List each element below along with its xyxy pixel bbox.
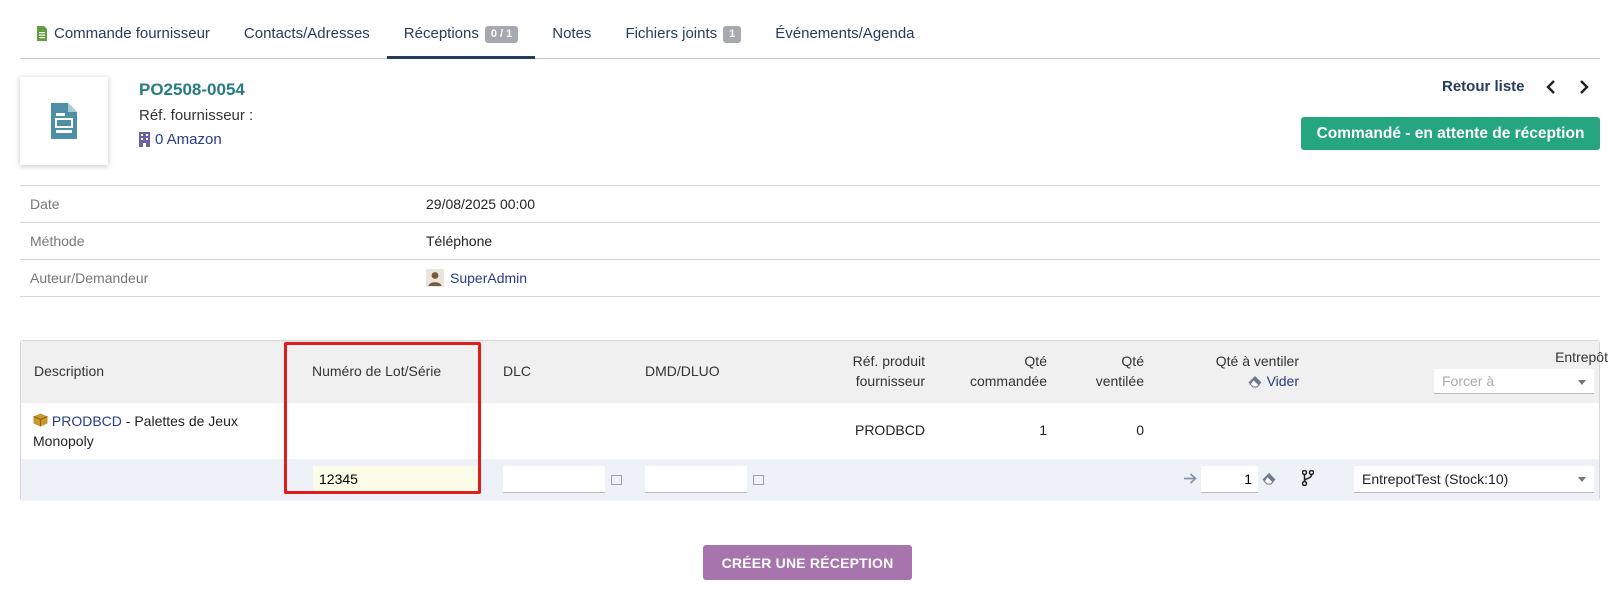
product-label: - Palettes de Jeux [121, 413, 238, 429]
author-name: SuperAdmin [450, 270, 528, 286]
order-ref[interactable]: PO2508-0054 [139, 80, 245, 100]
purchase-order-icon [51, 103, 77, 139]
tab-commande-fournisseur[interactable]: Commande fournisseur [20, 18, 227, 58]
col-qty-to-dispatch: Qté à ventiler Vider [1161, 353, 1299, 389]
thirdparty-name: 0 Amazon [155, 131, 222, 148]
supplier-ref-label: Réf. fournisseur : [139, 107, 254, 124]
col-qty-ordered-line1: Qté [1024, 353, 1047, 369]
qty-to-dispatch-input[interactable] [1201, 466, 1258, 493]
tab-bar: Commande fournisseur Contacts/Adresses R… [20, 18, 1600, 59]
tab-receptions[interactable]: Réceptions 0 / 1 [386, 18, 536, 59]
table-header: Description Numéro de Lot/Série DLC DMD/… [21, 341, 1608, 403]
col-ref-fourn-line1: Réf. produit [852, 353, 925, 369]
next-icon[interactable] [1577, 79, 1591, 95]
chevron-down-icon [1578, 380, 1586, 385]
product-link[interactable]: PRODBCD [52, 413, 122, 429]
col-qty-dispatched-line2: ventilée [1095, 373, 1144, 389]
document-icon [37, 26, 47, 41]
building-icon [139, 132, 150, 147]
status-badge: Commandé - en attente de réception [1301, 117, 1600, 150]
split-line-icon[interactable] [1302, 470, 1314, 486]
method-value: Téléphone [426, 233, 493, 249]
clear-all-link[interactable]: Vider [1161, 373, 1299, 389]
dmd-date-input[interactable] [645, 466, 747, 493]
reception-lines-table: Description Numéro de Lot/Série DLC DMD/… [20, 340, 1608, 501]
dispatch-row: EntrepotTest (Stock:10) [21, 459, 1599, 501]
method-label: Méthode [30, 233, 85, 249]
info-row-date: Date 29/08/2025 00:00 [20, 186, 1600, 223]
warehouse-selected: EntrepotTest (Stock:10) [1362, 471, 1509, 487]
force-warehouse-select[interactable]: Forcer à [1434, 369, 1594, 394]
ref-fourn-value: PRODBCD [854, 422, 925, 438]
col-dlc: DLC [503, 363, 532, 379]
col-dmd: DMD/DLUO [645, 363, 720, 379]
arrow-right-icon[interactable] [1183, 472, 1198, 485]
col-qty-to-dispatch-label: Qté à ventiler [1215, 353, 1299, 369]
qty-dispatched-value: 0 [1136, 422, 1144, 438]
dlc-date-input[interactable] [503, 466, 605, 493]
col-lot: Numéro de Lot/Série [312, 363, 442, 379]
lot-serial-input[interactable] [313, 466, 481, 493]
date-label: Date [30, 196, 60, 212]
order-info-table: Date 29/08/2025 00:00 Méthode Téléphone … [20, 185, 1600, 297]
tab-label: Commande fournisseur [54, 25, 210, 42]
col-qty-ordered: Qté commandée [951, 353, 1047, 389]
author-link[interactable]: SuperAdmin [426, 269, 527, 287]
warehouse-select[interactable]: EntrepotTest (Stock:10) [1354, 466, 1594, 493]
tab-label: Contacts/Adresses [243, 25, 370, 42]
calendar-icon[interactable] [753, 475, 764, 485]
user-avatar-icon [426, 269, 444, 287]
calendar-icon[interactable] [611, 475, 622, 485]
product-box-icon [33, 413, 48, 427]
tab-notes[interactable]: Notes [535, 18, 608, 58]
col-qty-ordered-line2: commandée [969, 373, 1047, 389]
col-qty-dispatched-line1: Qté [1121, 353, 1144, 369]
tab-fichiers-joints[interactable]: Fichiers joints 1 [608, 18, 758, 58]
product-label-2: Monopoly [33, 433, 94, 449]
table-row: PRODBCD - Palettes de Jeux Monopoly PROD… [21, 403, 1599, 459]
tab-badge: 1 [723, 26, 742, 43]
previous-icon[interactable] [1544, 79, 1558, 95]
tab-contacts-adresses[interactable]: Contacts/Adresses [227, 18, 387, 58]
tab-badge: 0 / 1 [484, 26, 519, 43]
thirdparty-link[interactable]: 0 Amazon [139, 131, 222, 148]
info-row-method: Méthode Téléphone [20, 223, 1600, 260]
qty-ordered-value: 1 [1039, 422, 1047, 438]
tab-evenements-agenda[interactable]: Événements/Agenda [758, 18, 931, 58]
author-label: Auteur/Demandeur [30, 270, 149, 286]
order-thumbnail [20, 77, 108, 165]
col-description: Description [34, 363, 105, 379]
col-warehouse: Entrepôt [1555, 349, 1608, 365]
create-reception-button[interactable]: CRÉER UNE RÉCEPTION [703, 545, 912, 580]
col-ref-fourn-line2: fournisseur [855, 373, 925, 389]
back-to-list-link[interactable]: Retour liste [1442, 78, 1525, 95]
tab-label: Réceptions [403, 25, 479, 42]
date-value: 29/08/2025 00:00 [426, 196, 535, 212]
col-ref-fourn: Réf. produit fournisseur [811, 353, 925, 389]
tab-label: Événements/Agenda [775, 25, 915, 42]
col-qty-dispatched: Qté ventilée [1061, 353, 1144, 389]
chevron-down-icon [1578, 477, 1586, 482]
force-warehouse-placeholder: Forcer à [1442, 373, 1495, 389]
tab-label: Fichiers joints [625, 25, 718, 42]
eraser-icon [1248, 375, 1262, 387]
product-cell: PRODBCD - Palettes de Jeux Monopoly [33, 411, 273, 451]
tab-label: Notes [552, 25, 592, 42]
info-row-author: Auteur/Demandeur SuperAdmin [20, 260, 1600, 297]
eraser-icon[interactable] [1262, 472, 1277, 485]
clear-all-label: Vider [1266, 373, 1299, 389]
